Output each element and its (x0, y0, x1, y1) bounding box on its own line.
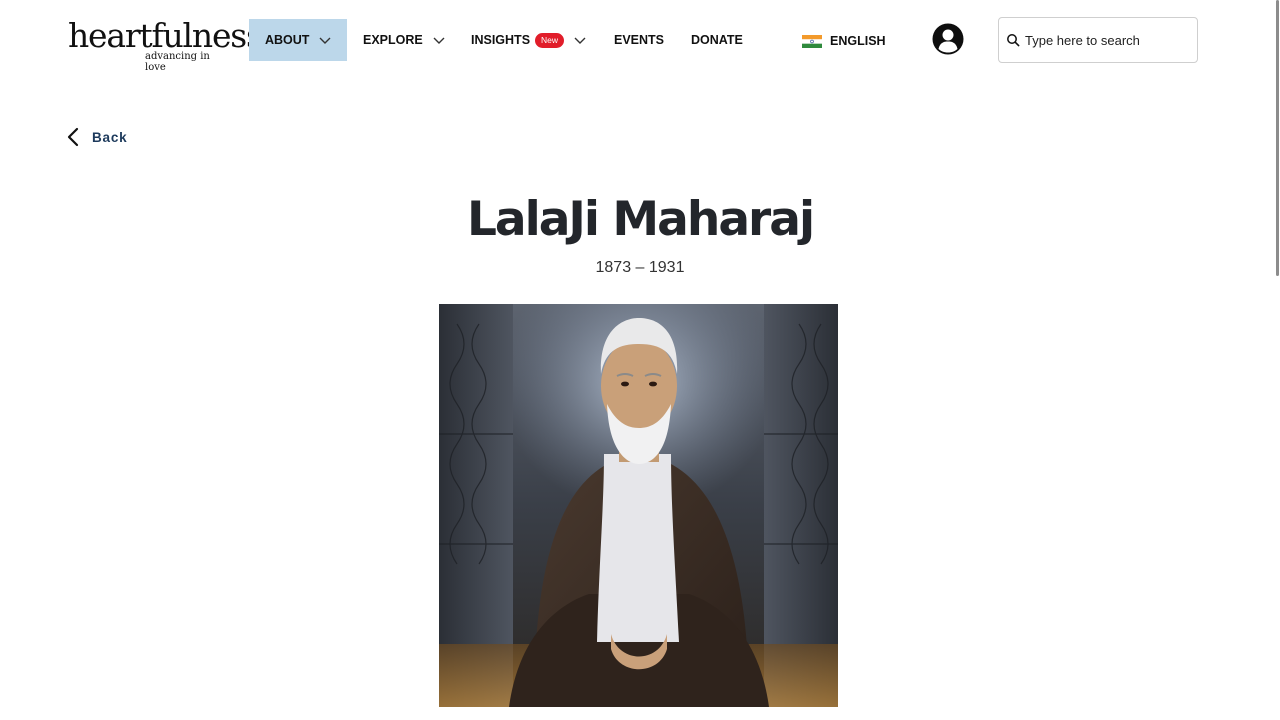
nav-about-label: ABOUT (265, 33, 310, 47)
india-flag-icon (802, 34, 822, 48)
search-box[interactable] (998, 17, 1198, 63)
nav-insights-label: INSIGHTS (471, 33, 531, 47)
nav-events[interactable]: EVENTS (614, 19, 664, 61)
logo-tagline: advancing in love (145, 51, 210, 73)
language-label: ENGLISH (830, 34, 886, 48)
site-header: heartfulness advancing in love ABOUT EXP… (0, 0, 1280, 80)
nav-donate[interactable]: DONATE (691, 19, 743, 61)
search-input[interactable] (1025, 30, 1190, 50)
nav-events-label: EVENTS (614, 33, 665, 47)
chevron-down-icon (433, 37, 445, 44)
logo-wordmark: heartfulness (68, 16, 263, 55)
chevron-down-icon (574, 37, 586, 44)
heartfulness-logo[interactable]: heartfulness advancing in love (68, 16, 263, 73)
back-link[interactable]: Back (66, 126, 127, 148)
search-icon (1007, 34, 1020, 47)
life-years: 1873 – 1931 (595, 259, 685, 276)
user-avatar-icon[interactable] (932, 23, 964, 55)
language-selector[interactable]: ENGLISH (802, 32, 886, 50)
page-title: LalaJi Maharaj (466, 192, 815, 247)
nav-insights[interactable]: INSIGHTS New (471, 19, 587, 61)
new-badge: New (535, 32, 565, 48)
portrait-image (439, 304, 838, 707)
chevron-left-icon (67, 127, 79, 147)
nav-explore-label: EXPLORE (363, 33, 423, 47)
scrollbar-thumb[interactable] (1276, 0, 1279, 276)
back-label: Back (92, 129, 128, 145)
chevron-down-icon (319, 37, 331, 44)
nav-explore[interactable]: EXPLORE (363, 19, 446, 61)
nav-about[interactable]: ABOUT (249, 19, 347, 61)
nav-donate-label: DONATE (691, 33, 743, 47)
